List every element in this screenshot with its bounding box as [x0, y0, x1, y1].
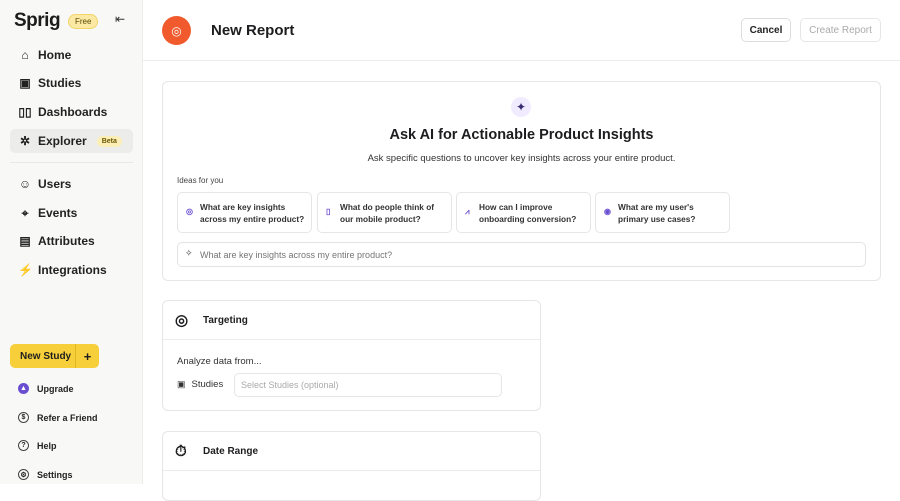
page-header: ◎ New Report Cancel Create Report	[143, 0, 900, 61]
date-range-title: Date Range	[203, 445, 259, 457]
idea-text: How can I improve onboarding conversion?	[479, 202, 577, 224]
integrations-icon: ⚡	[18, 263, 33, 277]
studies-icon: ▣	[19, 76, 31, 90]
targeting-title: Targeting	[203, 314, 248, 326]
sprig-logo[interactable]: Sprig	[14, 10, 61, 32]
report-icon: ◎	[162, 16, 191, 45]
studies-label: ▣ Studies	[177, 379, 223, 390]
idea-card[interactable]: ◉ What are my user's primary use cases?	[595, 192, 730, 233]
user-icon: ◉	[604, 207, 611, 216]
collapse-sidebar-icon[interactable]: ⇤	[115, 12, 125, 26]
sparkle-icon: ✦	[511, 97, 531, 117]
help-icon: ?	[18, 440, 29, 451]
sidebar-item-events[interactable]: ⌖ Events	[10, 201, 133, 225]
stopwatch-icon: ⏱	[175, 442, 187, 460]
nav-label: Explorer	[38, 134, 87, 148]
ai-title: Ask AI for Actionable Product Insights	[389, 127, 654, 143]
idea-card[interactable]: ⩘ How can I improve onboarding conversion…	[456, 192, 591, 233]
ai-subtitle: Ask specific questions to uncover key in…	[367, 153, 676, 164]
sparkle-icon: ✧	[185, 248, 193, 258]
beta-badge: Beta	[96, 135, 122, 147]
sidebar-item-users[interactable]: ☺ Users	[10, 172, 133, 196]
upgrade-icon: ▲	[18, 383, 29, 394]
nav-label: Integrations	[38, 263, 107, 277]
sidebar-item-home[interactable]: ⌂ Home	[10, 43, 133, 67]
footer-label: Help	[37, 440, 57, 451]
gear-icon: ⚙	[18, 469, 29, 480]
studies-label-text: Studies	[191, 379, 224, 390]
idea-card[interactable]: ◎ What are key insights across my entire …	[177, 192, 312, 233]
new-study-label: New Study	[10, 344, 76, 368]
users-icon: ☺	[18, 177, 32, 191]
sidebar-item-attributes[interactable]: ▤ Attributes	[10, 229, 133, 253]
page-title: New Report	[211, 22, 295, 39]
targeting-header[interactable]: ◎ Targeting	[163, 301, 540, 340]
nav-label: Home	[38, 48, 72, 62]
mobile-icon: ▯	[326, 207, 331, 216]
nav-label: Events	[38, 206, 78, 220]
explorer-icon: ✲	[19, 134, 31, 148]
footer-label: Refer a Friend	[37, 412, 98, 423]
sidebar-item-dashboards[interactable]: ▯▯ Dashboards	[10, 100, 133, 124]
analyze-label: Analyze data from...	[177, 356, 262, 367]
nav-label: Studies	[38, 76, 82, 90]
plan-badge: Free	[68, 14, 99, 29]
sidebar-item-explorer[interactable]: ✲ Explorer Beta	[10, 129, 133, 153]
ask-ai-card: ✦ Ask AI for Actionable Product Insights…	[162, 81, 881, 281]
refer-friend-link[interactable]: $ Refer a Friend	[18, 412, 98, 423]
cancel-button[interactable]: Cancel	[741, 18, 791, 42]
studies-select[interactable]: Select Studies (optional)	[234, 373, 502, 397]
nav-label: Attributes	[38, 234, 95, 248]
date-range-header[interactable]: ⏱ Date Range	[163, 432, 540, 471]
dollar-icon: $	[18, 412, 29, 423]
divider	[10, 162, 133, 163]
upgrade-link[interactable]: ▲ Upgrade	[18, 383, 74, 394]
chart-icon: ⩘	[465, 207, 470, 216]
targeting-card: ◎ Targeting Analyze data from... ▣ Studies…	[162, 300, 541, 411]
studies-icon: ▣	[177, 379, 186, 389]
settings-link[interactable]: ⚙ Settings	[18, 469, 73, 480]
dashboards-icon: ▯▯	[18, 105, 32, 119]
sidebar-item-integrations[interactable]: ⚡ Integrations	[10, 258, 133, 282]
new-study-button[interactable]: New Study +	[10, 344, 99, 368]
idea-text: What are key insights across my entire p…	[200, 202, 305, 224]
create-report-button[interactable]: Create Report	[800, 18, 881, 42]
events-icon: ⌖	[21, 205, 29, 220]
target-icon: ◎	[175, 312, 189, 329]
sidebar: Sprig Free ⇤ ⌂ Home ▣ Studies ▯▯ Dashboards…	[0, 0, 143, 484]
plus-icon[interactable]: +	[76, 349, 99, 364]
nav-label: Users	[38, 177, 72, 191]
idea-text: What are my user's primary use cases?	[618, 202, 696, 224]
footer-label: Upgrade	[37, 383, 74, 394]
help-link[interactable]: ? Help	[18, 440, 57, 451]
attributes-icon: ▤	[19, 234, 31, 248]
sidebar-item-studies[interactable]: ▣ Studies	[10, 71, 133, 95]
date-range-card: ⏱ Date Range	[162, 431, 541, 501]
ask-ai-input[interactable]	[177, 242, 866, 267]
footer-label: Settings	[37, 469, 73, 480]
idea-card[interactable]: ▯ What do people think of our mobile prod…	[317, 192, 452, 233]
ideas-label: Ideas for you	[177, 176, 224, 185]
compass-icon: ◎	[186, 207, 193, 216]
idea-text: What do people think of our mobile produ…	[340, 202, 435, 224]
home-icon: ⌂	[21, 48, 29, 62]
nav-label: Dashboards	[38, 105, 108, 119]
